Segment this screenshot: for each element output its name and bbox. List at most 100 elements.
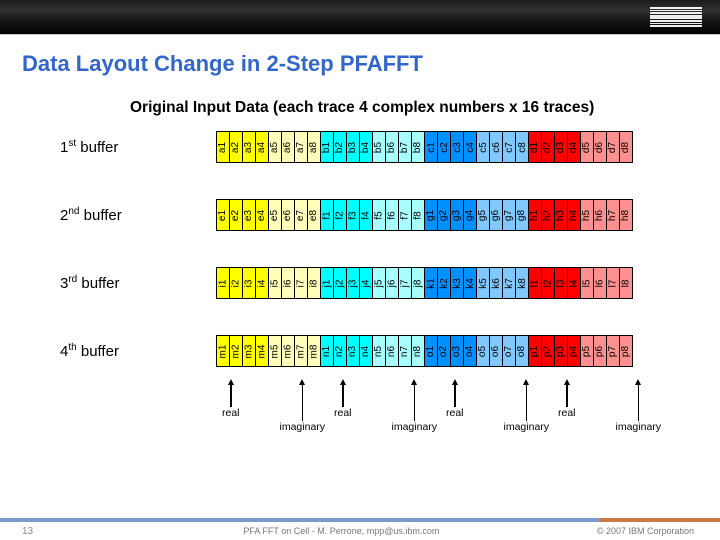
data-cell: h6 <box>593 199 607 231</box>
label-real: real <box>446 407 464 419</box>
data-cell: e7 <box>294 199 308 231</box>
data-cell: h1 <box>528 199 542 231</box>
data-cell: a7 <box>294 131 308 163</box>
data-cell: h8 <box>619 199 633 231</box>
buffer-label: 3rd buffer <box>60 274 216 292</box>
data-cell: f2 <box>333 199 347 231</box>
data-cell: n2 <box>333 335 347 367</box>
data-cell: j8 <box>411 267 425 299</box>
buffer-row: 3rd bufferi1i2i3i4i5i6i7i8j1j2j3j4j5j6j7… <box>60 267 720 299</box>
data-cell: k2 <box>437 267 451 299</box>
data-cell: g7 <box>502 199 516 231</box>
data-cell: e2 <box>229 199 243 231</box>
data-cell: m4 <box>255 335 269 367</box>
data-cell: h4 <box>567 199 581 231</box>
data-cell: c5 <box>476 131 490 163</box>
data-cell: p7 <box>606 335 620 367</box>
label-real: real <box>334 407 352 419</box>
data-cell: m3 <box>242 335 256 367</box>
footer-copyright: © 2007 IBM Corporation <box>597 526 694 536</box>
label-real: real <box>222 407 240 419</box>
data-cell: n6 <box>385 335 399 367</box>
data-cell: n3 <box>346 335 360 367</box>
data-cell: d7 <box>606 131 620 163</box>
data-cell: d4 <box>567 131 581 163</box>
data-cell: f8 <box>411 199 425 231</box>
data-cell: c1 <box>424 131 438 163</box>
data-cell: h2 <box>541 199 555 231</box>
data-cell: j4 <box>359 267 373 299</box>
arrow-group: real imaginary <box>440 379 552 433</box>
data-cell: o5 <box>476 335 490 367</box>
data-cell: o7 <box>502 335 516 367</box>
data-cell: e4 <box>255 199 269 231</box>
data-cell: l2 <box>541 267 555 299</box>
data-cell: l6 <box>593 267 607 299</box>
data-cell: g4 <box>463 199 477 231</box>
data-cell: n8 <box>411 335 425 367</box>
data-cell: g6 <box>489 199 503 231</box>
label-imaginary: imaginary <box>616 421 662 433</box>
data-cell: a5 <box>268 131 282 163</box>
data-cell: p8 <box>619 335 633 367</box>
data-cell: b4 <box>359 131 373 163</box>
data-cell: d3 <box>554 131 568 163</box>
data-cell: j6 <box>385 267 399 299</box>
data-cell: o3 <box>450 335 464 367</box>
data-cell: k8 <box>515 267 529 299</box>
data-cell: c2 <box>437 131 451 163</box>
label-imaginary: imaginary <box>280 421 326 433</box>
data-cell: d5 <box>580 131 594 163</box>
data-cell: k1 <box>424 267 438 299</box>
data-cell: a3 <box>242 131 256 163</box>
data-cell: j1 <box>320 267 334 299</box>
data-cell: f6 <box>385 199 399 231</box>
ibm-logo-icon <box>650 7 702 27</box>
data-cell: a8 <box>307 131 321 163</box>
data-cell: e3 <box>242 199 256 231</box>
data-cell: c4 <box>463 131 477 163</box>
footer-center-text: PFA FFT on Cell - M. Perrone, mpp@us.ibm… <box>243 526 439 536</box>
data-cell: p1 <box>528 335 542 367</box>
data-cell: k3 <box>450 267 464 299</box>
data-cell: o6 <box>489 335 503 367</box>
data-cell: b3 <box>346 131 360 163</box>
data-cell: m8 <box>307 335 321 367</box>
data-cell: c8 <box>515 131 529 163</box>
data-cell: i3 <box>242 267 256 299</box>
data-cell: c7 <box>502 131 516 163</box>
buffer-label: 1st buffer <box>60 138 216 156</box>
data-cell: n4 <box>359 335 373 367</box>
data-cell: g2 <box>437 199 451 231</box>
data-cell: p2 <box>541 335 555 367</box>
data-cell: j5 <box>372 267 386 299</box>
data-cell: a2 <box>229 131 243 163</box>
data-cell: j7 <box>398 267 412 299</box>
data-cell: m1 <box>216 335 230 367</box>
data-cell: k7 <box>502 267 516 299</box>
data-cell: d6 <box>593 131 607 163</box>
buffer-cells: a1a2a3a4a5a6a7a8b1b2b3b4b5b6b7b8c1c2c3c4… <box>216 131 633 163</box>
data-cell: o8 <box>515 335 529 367</box>
label-real: real <box>558 407 576 419</box>
data-cell: m7 <box>294 335 308 367</box>
arrow-group: real imaginary <box>216 379 328 433</box>
page-number: 13 <box>22 526 33 537</box>
data-cell: l5 <box>580 267 594 299</box>
data-cell: f5 <box>372 199 386 231</box>
slide-footer: PFA FFT on Cell - M. Perrone, mpp@us.ibm… <box>0 518 720 540</box>
data-cell: n5 <box>372 335 386 367</box>
label-imaginary: imaginary <box>504 421 550 433</box>
data-cell: e1 <box>216 199 230 231</box>
data-cell: b6 <box>385 131 399 163</box>
data-cell: l3 <box>554 267 568 299</box>
data-cell: f7 <box>398 199 412 231</box>
data-cell: b8 <box>411 131 425 163</box>
data-cell: o2 <box>437 335 451 367</box>
data-cell: d1 <box>528 131 542 163</box>
buffer-row: 2nd buffere1e2e3e4e5e6e7e8f1f2f3f4f5f6f7… <box>60 199 720 231</box>
brand-bar <box>0 0 720 34</box>
data-cell: p3 <box>554 335 568 367</box>
page-title: Data Layout Change in 2-Step PFAFFT <box>0 35 720 77</box>
label-imaginary: imaginary <box>392 421 438 433</box>
